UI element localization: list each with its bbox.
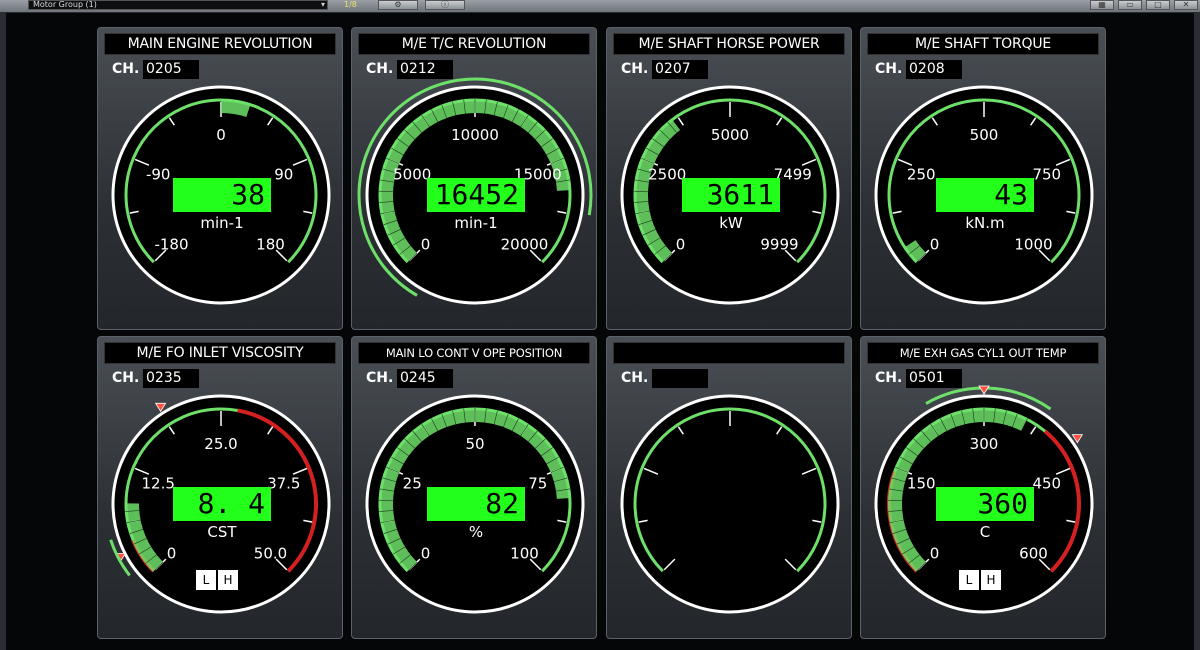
unit-label: C xyxy=(979,523,991,541)
dial-bezel xyxy=(620,394,840,614)
gear-icon: ⚙ xyxy=(394,0,402,9)
scale-label: 500 xyxy=(970,126,999,144)
scale-label: 25.0 xyxy=(204,435,237,453)
scale-label: 750 xyxy=(1032,166,1061,184)
scale-label: 75 xyxy=(528,475,547,493)
gauge-panel[interactable]: M/E EXH GAS CYL1 OUT TEMP CH. 0501 0 150 300 4… xyxy=(860,336,1106,639)
page-indicator: 1/8 xyxy=(344,0,357,9)
scale-label: 5000 xyxy=(393,166,431,184)
scale-label: 20000 xyxy=(501,235,549,253)
alarm-setpoint-marker xyxy=(978,385,990,395)
value-readout: 43 xyxy=(936,178,1034,212)
scale-label: 5000 xyxy=(711,126,749,144)
scale-label: 600 xyxy=(1019,544,1048,562)
info-button[interactable]: ⓘ xyxy=(425,0,465,10)
scale-label: -180 xyxy=(154,235,188,253)
alarm-setpoint-marker xyxy=(1071,434,1084,444)
alarm-low-button[interactable]: L xyxy=(196,570,216,590)
scale-label: 0 xyxy=(167,544,177,562)
value-readout: 360 xyxy=(936,487,1034,521)
gauge-panel[interactable]: MAIN LO CONT V OPE POSITION CH. 0245 0 25 50 7… xyxy=(351,336,597,639)
value-readout: 8. 4 xyxy=(173,487,271,521)
scale-label: 50.0 xyxy=(254,544,287,562)
unit-label: kW xyxy=(719,214,743,232)
unit-label: kN.m xyxy=(965,214,1005,232)
scale-label: 250 xyxy=(907,166,936,184)
group-select-label: Motor Group (1) xyxy=(33,0,97,9)
scale-label: 180 xyxy=(256,235,285,253)
scale-label: 0 xyxy=(930,235,940,253)
scale-label: 150 xyxy=(907,475,936,493)
scale-label: 0 xyxy=(216,126,226,144)
gauge-panel[interactable]: CH. xyxy=(606,336,852,639)
scale-label: 450 xyxy=(1032,475,1061,493)
gauge-dial xyxy=(620,394,840,614)
settings-button[interactable]: ⚙ xyxy=(378,0,418,10)
unit-label: min-1 xyxy=(454,214,498,232)
scale-label: 90 xyxy=(274,166,293,184)
gauge-panel[interactable]: M/E SHAFT TORQUE CH. 0208 0 250 500 750 1000 43 k… xyxy=(860,27,1106,330)
scale-label: 12.5 xyxy=(142,475,175,493)
layout-single-button[interactable]: ▭ xyxy=(1118,0,1142,10)
alarm-buttons: LH xyxy=(196,569,240,590)
value-readout: 3611 xyxy=(682,178,780,212)
unit-label: CST xyxy=(207,523,237,541)
group-select[interactable]: Motor Group (1) ▾ xyxy=(28,0,328,10)
alarm-low-button[interactable]: L xyxy=(959,570,979,590)
gauge-panel[interactable]: MAIN ENGINE REVOLUTION CH. 0205 -180 -90 0 90 1… xyxy=(97,27,343,330)
scale-label: 1000 xyxy=(1014,235,1052,253)
scale-label: 25 xyxy=(403,475,422,493)
scale-label: 0 xyxy=(421,235,431,253)
scale-label: -90 xyxy=(146,166,171,184)
scale-label: 100 xyxy=(510,544,539,562)
value-readout: 16452 xyxy=(427,178,525,212)
layout-grid-button[interactable]: ▦ xyxy=(1090,0,1114,10)
unit-label: % xyxy=(468,523,484,541)
close-icon: ✕ xyxy=(1182,0,1190,9)
alarm-buttons: LH xyxy=(959,569,1003,590)
close-button[interactable]: ✕ xyxy=(1174,0,1198,10)
gauge-panel[interactable]: M/E FO INLET VISCOSITY CH. 0235 0 12.5 25.0 37… xyxy=(97,336,343,639)
maximize-icon: □ xyxy=(1154,0,1162,9)
window-frame-right xyxy=(1194,12,1200,650)
scale-label: 0 xyxy=(676,235,686,253)
value-readout: 38 xyxy=(173,178,271,212)
window-icon: ▭ xyxy=(1126,0,1134,9)
scale-label: 0 xyxy=(421,544,431,562)
scale-label: 10000 xyxy=(451,126,499,144)
alarm-high-button[interactable]: H xyxy=(218,570,238,590)
scale-label: 37.5 xyxy=(267,475,300,493)
scale-label: 0 xyxy=(930,544,940,562)
grid-icon: ▦ xyxy=(1098,0,1106,9)
chevron-down-icon: ▾ xyxy=(320,0,325,9)
gauge-panel[interactable]: M/E SHAFT HORSE POWER CH. 0207 0 2500 5000 749… xyxy=(606,27,852,330)
scale-label: 9999 xyxy=(760,235,798,253)
scale-label: 50 xyxy=(465,435,484,453)
toolbar: Motor Group (1) ▾ 1/8 ⚙ ⓘ ▦ ▭ □ ✕ xyxy=(0,0,1200,13)
gauge-panel[interactable]: M/E T/C REVOLUTION CH. 0212 0 5000 10000 15000… xyxy=(351,27,597,330)
maximize-button[interactable]: □ xyxy=(1146,0,1170,10)
value-bar xyxy=(220,99,251,118)
unit-label: min-1 xyxy=(200,214,244,232)
window-frame-left xyxy=(0,12,6,650)
value-readout: 82 xyxy=(427,487,525,521)
scale-label: 300 xyxy=(970,435,999,453)
scale-label: 2500 xyxy=(648,166,686,184)
info-icon: ⓘ xyxy=(441,0,449,9)
alarm-high-button[interactable]: H xyxy=(981,570,1001,590)
alarm-setpoint-marker xyxy=(154,402,167,413)
